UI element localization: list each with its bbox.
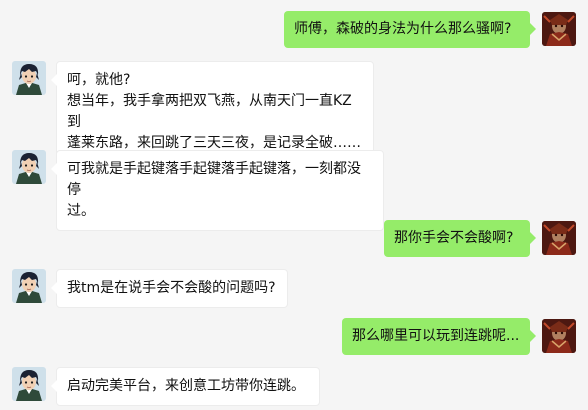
message-text: 启动完美平台，来创意工坊带你连跳。	[67, 378, 305, 394]
warrior-avatar[interactable]	[542, 12, 576, 46]
message-text-line: 可我就是手起键落手起键落手起键落，一刻都没停	[67, 161, 361, 198]
incoming-message-bubble[interactable]: 启动完美平台，来创意工坊带你连跳。	[51, 367, 320, 406]
anime-guy-avatar[interactable]	[12, 367, 46, 401]
warrior-avatar[interactable]	[542, 319, 576, 353]
outgoing-message-bubble[interactable]: 师傅，森破的身法为什么那么骚啊?	[284, 11, 536, 48]
incoming-message-bubble[interactable]: 可我就是手起键落手起键落手起键落，一刻都没停 过。	[51, 150, 384, 231]
incoming-message-bubble[interactable]: 我tm是在说手会不会酸的问题吗?	[51, 269, 288, 308]
incoming-message-bubble[interactable]: 呵，就他? 想当年，我手拿两把双飞燕，从南天门一直KZ到 蓬莱东路，来回跳了三天…	[51, 61, 374, 163]
anime-guy-avatar[interactable]	[12, 150, 46, 184]
message-text-line: 想当年，我手拿两把双飞燕，从南天门一直KZ到	[67, 93, 352, 130]
message-text: 师傅，森破的身法为什么那么骚啊?	[294, 21, 512, 37]
anime-guy-avatar[interactable]	[12, 269, 46, 303]
anime-guy-avatar[interactable]	[12, 61, 46, 95]
message-text: 那你手会不会酸啊?	[394, 230, 514, 246]
message-text-line: 过。	[67, 203, 95, 219]
message-text: 那么哪里可以玩到连跳呢...	[352, 328, 520, 344]
warrior-avatar[interactable]	[542, 221, 576, 255]
message-text: 我tm是在说手会不会酸的问题吗?	[67, 280, 276, 296]
message-text-line: 呵，就他?	[67, 72, 131, 88]
outgoing-message-bubble[interactable]: 那么哪里可以玩到连跳呢...	[342, 318, 536, 355]
outgoing-message-bubble[interactable]: 那你手会不会酸啊?	[384, 220, 536, 257]
